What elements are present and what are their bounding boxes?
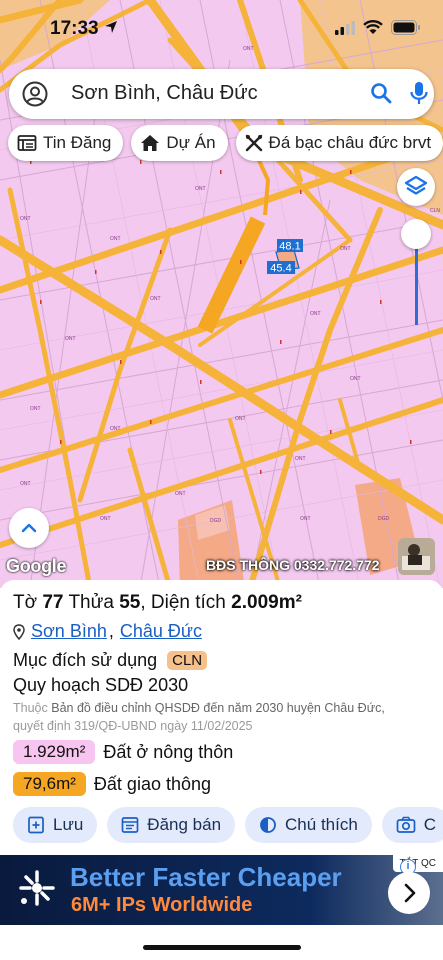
svg-text:ONT: ONT bbox=[195, 186, 206, 192]
legend-residential: 1.929m² Đất ở nông thôn bbox=[13, 740, 233, 764]
status-bar: 17:33 bbox=[0, 0, 443, 58]
svg-text:48.1: 48.1 bbox=[279, 241, 300, 253]
watermark-text: BĐS THÔNG 0332.772.772 bbox=[206, 557, 380, 573]
ad-banner[interactable]: Better Faster Cheaper 6M+ IPs Worldwide … bbox=[0, 855, 443, 925]
ad-headline: Better Faster Cheaper bbox=[70, 862, 342, 892]
search-bar[interactable]: Sơn Bình, Châu Đức bbox=[9, 69, 434, 119]
svg-text:ONT: ONT bbox=[110, 426, 121, 432]
svg-text:ONT: ONT bbox=[295, 456, 306, 462]
expand-up-button[interactable] bbox=[9, 508, 49, 548]
svg-text:ONT: ONT bbox=[20, 216, 31, 222]
wifi-icon bbox=[363, 20, 383, 34]
chip-da-bac[interactable]: Đá bạc châu đức brvt bbox=[235, 125, 443, 161]
legend-button[interactable]: Chú thích bbox=[245, 807, 372, 843]
listing-icon bbox=[121, 817, 139, 833]
status-time: 17:33 bbox=[50, 18, 118, 40]
land-use-purpose: Mục đích sử dụng CLN bbox=[13, 650, 208, 671]
search-input[interactable]: Sơn Bình, Châu Đức bbox=[71, 82, 258, 105]
account-avatar-icon[interactable] bbox=[22, 81, 48, 107]
plan-note: Thuộc Bản đồ điều chỉnh QHSDĐ đến năm 20… bbox=[13, 701, 385, 733]
legend-area: 1.929m² bbox=[13, 740, 96, 764]
svg-text:ONT: ONT bbox=[340, 246, 351, 252]
legend-label: Đất giao thông bbox=[93, 773, 212, 794]
legend-transport: 79,6m² Đất giao thông bbox=[13, 772, 211, 796]
chevron-right-icon bbox=[404, 883, 416, 903]
save-button[interactable]: Lưu bbox=[13, 807, 98, 843]
camera-button[interactable]: C bbox=[381, 807, 443, 843]
screen: ONT ONT ONT ONT ONT ONT ONT ONT ONT ONT ONT ON… bbox=[0, 0, 443, 960]
microphone-icon[interactable] bbox=[407, 80, 431, 106]
parcel-info-panel: Tờ 77 Thửa 55, Diện tích 2.009m² Sơn Bìn… bbox=[0, 580, 443, 855]
legend-area: 79,6m² bbox=[13, 772, 86, 796]
watermark-thumbnail bbox=[398, 538, 435, 575]
legend-label: Đất ở nông thôn bbox=[103, 741, 234, 762]
plan-title: Quy hoạch SDĐ 2030 bbox=[13, 675, 189, 695]
ad-open-button[interactable] bbox=[388, 872, 430, 914]
parcel-dimension-upper: 48.1 bbox=[277, 239, 303, 253]
action-buttons: Lưu Đăng bán Chú thích C bbox=[13, 807, 443, 843]
post-for-sale-button[interactable]: Đăng bán bbox=[107, 807, 236, 843]
parcel-area: 2.009m² bbox=[231, 592, 302, 613]
svg-text:ONT: ONT bbox=[310, 311, 321, 317]
camera-icon bbox=[396, 816, 416, 833]
svg-text:DGD: DGD bbox=[378, 516, 390, 522]
chip-du-an[interactable]: Dự Án bbox=[131, 125, 228, 161]
opacity-slider-handle[interactable] bbox=[401, 219, 431, 249]
svg-text:ONT: ONT bbox=[175, 491, 186, 497]
svg-text:ONT: ONT bbox=[30, 406, 41, 412]
svg-text:DGD: DGD bbox=[210, 518, 222, 524]
parcel-number: 55 bbox=[119, 592, 141, 613]
location-pin-icon bbox=[13, 623, 25, 640]
chip-label: Tin Đăng bbox=[43, 133, 112, 152]
sheet-number: 77 bbox=[42, 592, 64, 613]
chip-label: Dự Án bbox=[166, 133, 216, 152]
newspaper-icon bbox=[17, 135, 37, 151]
svg-text:ONT: ONT bbox=[235, 416, 246, 422]
home-indicator[interactable] bbox=[143, 945, 301, 950]
district-link[interactable]: Châu Đức bbox=[120, 621, 202, 642]
commune-link[interactable]: Sơn Bình bbox=[31, 621, 107, 642]
half-circle-icon bbox=[260, 817, 276, 833]
battery-icon bbox=[391, 20, 420, 35]
ad-logo-icon bbox=[19, 870, 55, 906]
parcel-location: Sơn Bình, Châu Đức bbox=[13, 621, 202, 642]
bookmark-plus-icon bbox=[28, 816, 44, 834]
svg-text:ONT: ONT bbox=[100, 516, 111, 522]
svg-text:ONT: ONT bbox=[110, 236, 121, 242]
button-label: Đăng bán bbox=[147, 815, 222, 834]
svg-text:CLN: CLN bbox=[430, 208, 440, 214]
land-use-badge: CLN bbox=[167, 651, 208, 670]
ad-subline: 6M+ IPs Worldwide bbox=[71, 894, 253, 916]
parcel-title: Tờ 77 Thửa 55, Diện tích 2.009m² bbox=[13, 592, 302, 613]
button-label: Lưu bbox=[53, 815, 84, 834]
google-attribution: Google bbox=[6, 556, 67, 576]
cellular-signal-icon bbox=[335, 20, 355, 35]
location-arrow-icon bbox=[104, 21, 117, 33]
house-icon bbox=[141, 135, 160, 151]
layers-icon bbox=[404, 175, 428, 195]
filter-chips: Tin Đăng Dự Án Đá bạc châu đức brvt bbox=[8, 125, 443, 161]
svg-text:ONT: ONT bbox=[300, 516, 311, 522]
chip-label: Đá bạc châu đức brvt bbox=[268, 133, 432, 152]
chevron-up-icon bbox=[21, 523, 37, 533]
chip-tin-dang[interactable]: Tin Đăng bbox=[8, 125, 124, 161]
parcel-dimension-lower: 45.4 bbox=[267, 261, 295, 275]
svg-text:45.4: 45.4 bbox=[270, 263, 291, 275]
button-label: Chú thích bbox=[285, 815, 358, 834]
svg-text:ONT: ONT bbox=[150, 296, 161, 302]
clock-text: 17:33 bbox=[50, 18, 99, 39]
svg-text:ONT: ONT bbox=[20, 481, 31, 487]
svg-text:ONT: ONT bbox=[350, 376, 361, 382]
crossed-tools-icon bbox=[245, 134, 262, 152]
svg-text:ONT: ONT bbox=[65, 336, 76, 342]
search-icon[interactable] bbox=[369, 81, 393, 105]
button-label: C bbox=[423, 815, 437, 834]
layers-button[interactable] bbox=[397, 168, 435, 206]
